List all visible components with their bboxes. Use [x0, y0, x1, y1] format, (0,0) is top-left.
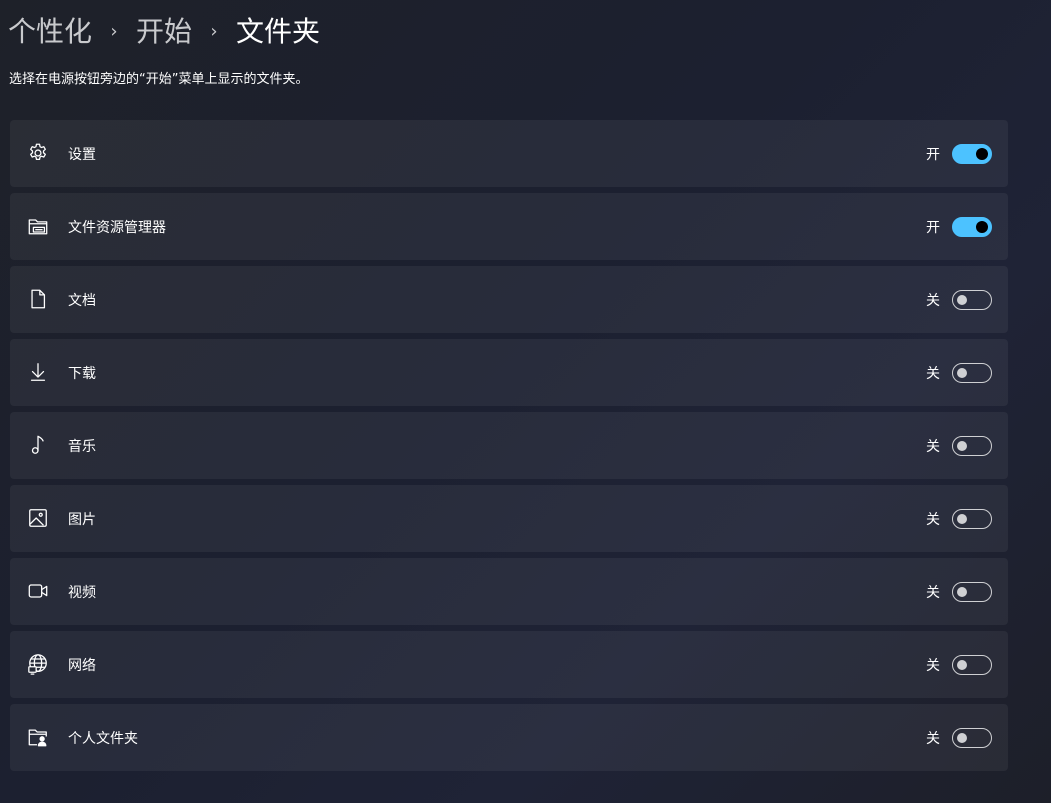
personal-folder-toggle[interactable]: [952, 727, 992, 748]
folder-label: 音乐: [68, 438, 96, 455]
breadcrumb-item-personalization[interactable]: 个性化: [8, 12, 92, 52]
toggle-knob: [957, 513, 967, 524]
folder-label: 图片: [68, 511, 96, 528]
toggle-state-text: 关: [926, 365, 940, 382]
downloads-toggle[interactable]: [952, 362, 992, 383]
toggle-knob: [976, 220, 988, 233]
folder-label: 文件资源管理器: [68, 219, 166, 236]
page-description: 选择在电源按钮旁边的“开始”菜单上显示的文件夹。: [9, 72, 309, 87]
toggle-knob: [976, 147, 988, 160]
toggle-knob: [957, 732, 967, 743]
chevron-right-icon: ›: [110, 21, 118, 42]
settings-toggle[interactable]: [952, 143, 992, 164]
folder-row-personal-folder: 个人文件夹 关: [10, 704, 1008, 771]
toggle-state-text: 关: [926, 292, 940, 309]
folder-label: 视频: [68, 584, 96, 601]
folder-row-network: 网络 关: [10, 631, 1008, 698]
toggle-state-text: 开: [926, 146, 940, 163]
folder-row-file-explorer: 文件资源管理器 开: [10, 193, 1008, 260]
folder-label: 下载: [68, 365, 96, 382]
folder-row-settings: 设置 开: [10, 120, 1008, 187]
toggle-state-text: 关: [926, 584, 940, 601]
personal-folder-icon: [27, 726, 49, 748]
page-title: 文件夹: [236, 15, 321, 48]
toggle-state-text: 关: [926, 511, 940, 528]
download-icon: [27, 361, 49, 383]
toggle-knob: [957, 294, 967, 305]
toggle-state-text: 关: [926, 438, 940, 455]
file-explorer-icon: [27, 215, 49, 237]
documents-toggle[interactable]: [952, 289, 992, 310]
folder-label: 文档: [68, 292, 96, 309]
toggle-knob: [957, 367, 967, 378]
video-icon: [27, 580, 49, 602]
folder-label: 网络: [68, 657, 96, 674]
toggle-state-text: 开: [926, 219, 940, 236]
folder-row-downloads: 下载 关: [10, 339, 1008, 406]
toggle-knob: [957, 440, 967, 451]
toggle-state-text: 关: [926, 657, 940, 674]
pictures-toggle[interactable]: [952, 508, 992, 529]
breadcrumb: 个性化 › 开始 › 文件夹: [8, 12, 320, 52]
document-icon: [27, 288, 49, 310]
chevron-right-icon: ›: [210, 21, 218, 42]
folder-row-documents: 文档 关: [10, 266, 1008, 333]
folder-label: 设置: [68, 146, 96, 163]
toggle-knob: [957, 586, 967, 597]
music-toggle[interactable]: [952, 435, 992, 456]
videos-toggle[interactable]: [952, 581, 992, 602]
folder-row-videos: 视频 关: [10, 558, 1008, 625]
file-explorer-toggle[interactable]: [952, 216, 992, 237]
folder-row-music: 音乐 关: [10, 412, 1008, 479]
breadcrumb-item-start[interactable]: 开始: [136, 12, 192, 52]
toggle-knob: [957, 659, 967, 670]
folder-row-pictures: 图片 关: [10, 485, 1008, 552]
network-icon: [27, 653, 49, 675]
toggle-state-text: 关: [926, 730, 940, 747]
gear-icon: [27, 142, 49, 164]
folder-list: 设置 开 文件资源管理器 开 文档 关 下载 关 音乐 关 图片 关 视频 关 …: [10, 120, 1008, 777]
music-icon: [27, 434, 49, 456]
network-toggle[interactable]: [952, 654, 992, 675]
picture-icon: [27, 507, 49, 529]
folder-label: 个人文件夹: [68, 730, 138, 747]
